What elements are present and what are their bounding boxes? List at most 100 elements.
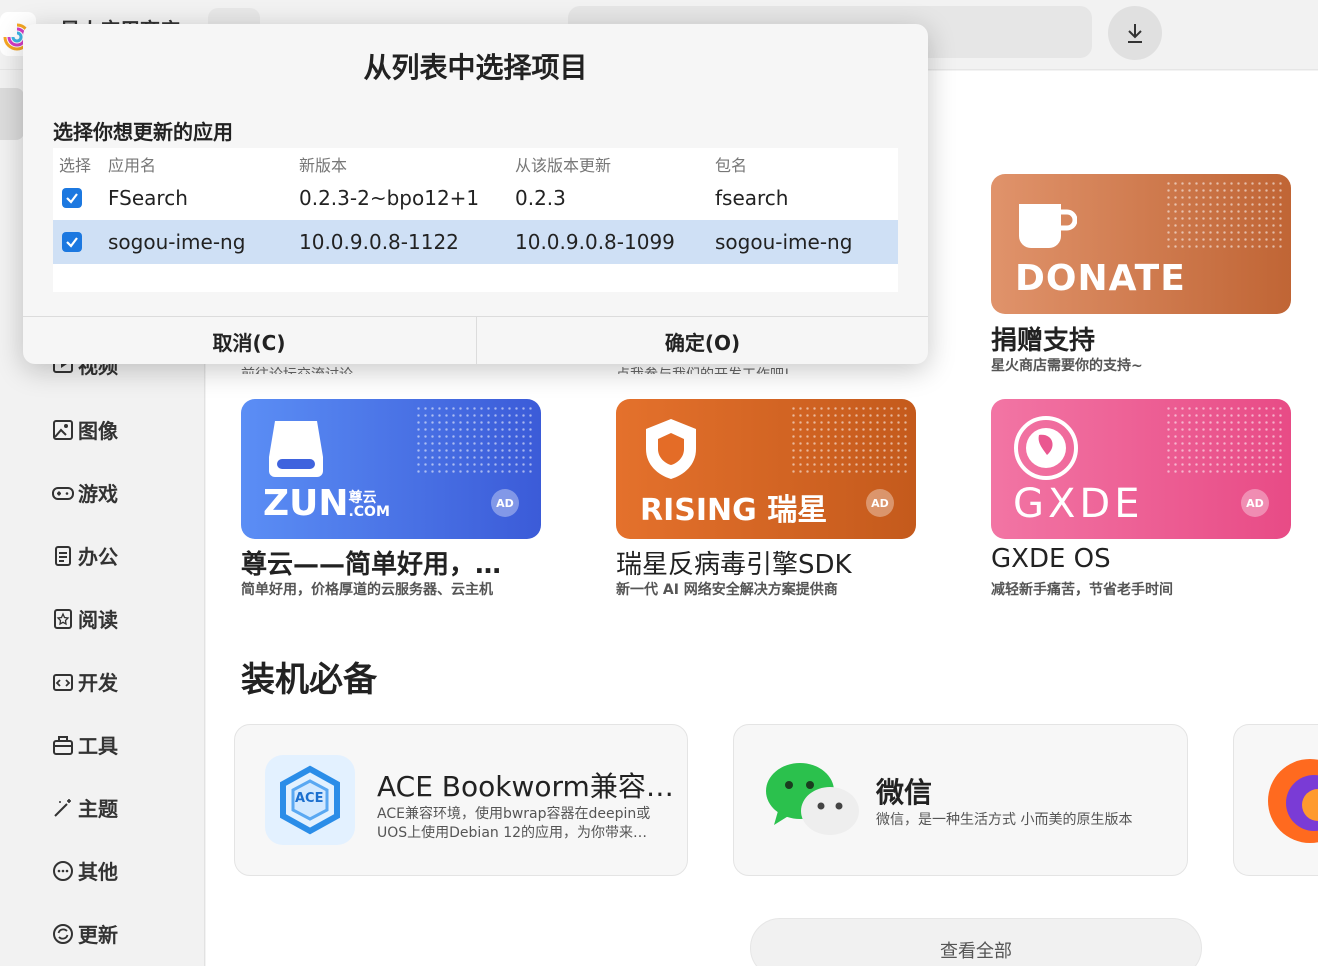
app-card-ace[interactable]: ACE ACE Bookworm兼容… ACE兼容环境，使用bwrap容器在de… <box>234 724 688 876</box>
sidebar-active-indicator <box>0 88 24 140</box>
sidebar-item-games[interactable]: 游戏 <box>52 478 118 507</box>
image-icon <box>53 419 73 440</box>
gxde-logo-icon <box>1014 416 1078 480</box>
firefox-icon <box>1268 759 1318 843</box>
sidebar-item-dev[interactable]: 开发 <box>52 667 118 696</box>
cell-package: sogou-ime-ng <box>715 230 853 254</box>
section-title: 装机必备 <box>241 660 377 700</box>
rising-logo: RISING 瑞星 <box>640 493 828 528</box>
sidebar-item-reading[interactable]: 阅读 <box>52 604 118 633</box>
disk-drive-icon <box>269 421 323 477</box>
view-all-button[interactable]: 查看全部 <box>750 918 1202 966</box>
code-icon <box>53 673 73 691</box>
sidebar-item-image[interactable]: 图像 <box>52 415 118 444</box>
sidebar-item-label: 主题 <box>78 797 118 821</box>
cancel-button[interactable]: 取消(C) <box>23 317 475 364</box>
sidebar-item-other[interactable]: 其他 <box>52 856 118 885</box>
coffee-cup-icon <box>1019 204 1077 248</box>
cell-new-version: 10.0.9.0.8-1122 <box>299 230 459 254</box>
column-header-name[interactable]: 应用名 <box>108 152 156 176</box>
app-card-firefox[interactable] <box>1233 724 1318 876</box>
column-header-package[interactable]: 包名 <box>715 152 747 176</box>
cell-new-version: 0.2.3-2~bpo12+1 <box>299 186 480 210</box>
ok-button[interactable]: 确定(O) <box>476 317 928 364</box>
magic-wand-icon <box>54 798 71 817</box>
zun-subtitle: 简单好用，价格厚道的云服务器、云主机 <box>241 582 493 598</box>
refresh-icon <box>53 923 73 944</box>
checkmark-icon <box>66 193 78 204</box>
toolbox-icon <box>53 735 73 755</box>
rising-subtitle: 新一代 AI 网络安全解决方案提供商 <box>616 582 838 598</box>
zun-logo-text: ZUN <box>263 483 349 524</box>
more-icon <box>53 860 73 881</box>
donate-banner[interactable]: DONATE <box>991 174 1291 314</box>
ace-icon-text: ACE <box>295 791 324 806</box>
shield-icon <box>646 419 696 479</box>
table-row[interactable]: sogou-ime-ng 10.0.9.0.8-1122 10.0.9.0.8-… <box>53 220 898 264</box>
sidebar-item-label: 游戏 <box>78 482 118 506</box>
sidebar-item-label: 办公 <box>78 545 118 569</box>
contribute-subtitle: 点我参与我们的开发工作吧! <box>616 364 790 374</box>
dots-decoration <box>790 405 910 475</box>
sidebar-item-label: 图像 <box>78 419 118 443</box>
dialog-title: 从列表中选择项目 <box>363 51 588 84</box>
forum-subtitle: 前往论坛交流讨论 <box>241 364 353 374</box>
dialog-prompt: 选择你想更新的应用 <box>53 120 233 144</box>
ad-badge: AD <box>491 489 519 517</box>
sidebar-item-update[interactable]: 更新 <box>52 919 118 948</box>
download-button[interactable] <box>1108 6 1162 60</box>
zun-title[interactable]: 尊云——简单好用，… <box>241 544 501 581</box>
dots-decoration <box>1165 180 1285 250</box>
checkmark-icon <box>66 237 78 248</box>
gxde-logo: GXDE <box>1013 481 1144 527</box>
cell-from-version: 0.2.3 <box>515 186 566 210</box>
update-select-dialog: 从列表中选择项目 选择你想更新的应用 选择 应用名 新版本 从该版本更新 包名 … <box>23 24 928 364</box>
ad-badge: AD <box>866 489 894 517</box>
dots-decoration <box>415 405 535 475</box>
rising-title[interactable]: 瑞星反病毒引擎SDK <box>616 544 852 581</box>
gxde-subtitle: 减轻新手痛苦，节省老手时间 <box>991 582 1173 598</box>
table-row[interactable]: FSearch 0.2.3-2~bpo12+1 0.2.3 fsearch <box>53 176 898 220</box>
sidebar-item-label: 开发 <box>78 671 118 695</box>
donate-label: DONATE <box>1015 258 1186 299</box>
sidebar-item-themes[interactable]: 主题 <box>52 793 118 822</box>
cell-package: fsearch <box>715 186 789 210</box>
sidebar-item-tools[interactable]: 工具 <box>52 730 118 759</box>
wechat-app-icon <box>764 755 859 845</box>
row-checkbox[interactable] <box>62 188 82 208</box>
app-card-wechat[interactable]: 微信 微信，是一种生活方式 小而美的原生版本 <box>733 724 1188 876</box>
cell-from-version: 10.0.9.0.8-1099 <box>515 230 675 254</box>
cell-app-name: FSearch <box>108 186 188 210</box>
app-name: 微信 <box>876 776 933 809</box>
download-icon <box>1128 24 1142 43</box>
app-name: ACE Bookworm兼容… <box>377 770 674 803</box>
donate-title[interactable]: 捐赠支持 <box>991 320 1095 357</box>
app-description: ACE兼容环境，使用bwrap容器在deepin或 UOS上使用Debian 1… <box>377 805 650 843</box>
dialog-button-bar: 取消(C) 确定(O) <box>23 316 928 364</box>
sidebar-item-label: 工具 <box>78 734 118 758</box>
app-description: 微信，是一种生活方式 小而美的原生版本 <box>876 812 1133 828</box>
app-description-line: UOS上使用Debian 12的应用，为你带来… <box>377 825 648 841</box>
zun-logo: ZUN尊云 .COM <box>263 483 390 524</box>
ace-app-icon: ACE <box>265 755 355 845</box>
app-description-line: ACE兼容环境，使用bwrap容器在deepin或 <box>377 806 651 822</box>
donate-subtitle: 星火商店需要你的支持~ <box>991 358 1143 374</box>
sidebar-item-label: 阅读 <box>78 608 118 632</box>
ad-badge: AD <box>1241 489 1269 517</box>
dots-decoration <box>1165 405 1285 475</box>
wechat-icon <box>766 763 859 835</box>
column-header-from-version[interactable]: 从该版本更新 <box>515 152 611 176</box>
sidebar-item-label: 其他 <box>78 860 118 884</box>
zun-banner[interactable]: ZUN尊云 .COM AD <box>241 399 541 539</box>
rising-banner[interactable]: RISING 瑞星 AD <box>616 399 916 539</box>
row-checkbox[interactable] <box>62 232 82 252</box>
gamepad-icon <box>52 486 74 500</box>
zun-logo-com: .COM <box>348 504 390 520</box>
sidebar-item-office[interactable]: 办公 <box>52 541 118 570</box>
column-header-select[interactable]: 选择 <box>59 152 91 176</box>
document-icon <box>55 545 71 566</box>
gxde-title[interactable]: GXDE OS <box>991 544 1111 574</box>
column-header-new-version[interactable]: 新版本 <box>299 152 347 176</box>
book-icon <box>54 608 72 629</box>
gxde-banner[interactable]: GXDE AD <box>991 399 1291 539</box>
